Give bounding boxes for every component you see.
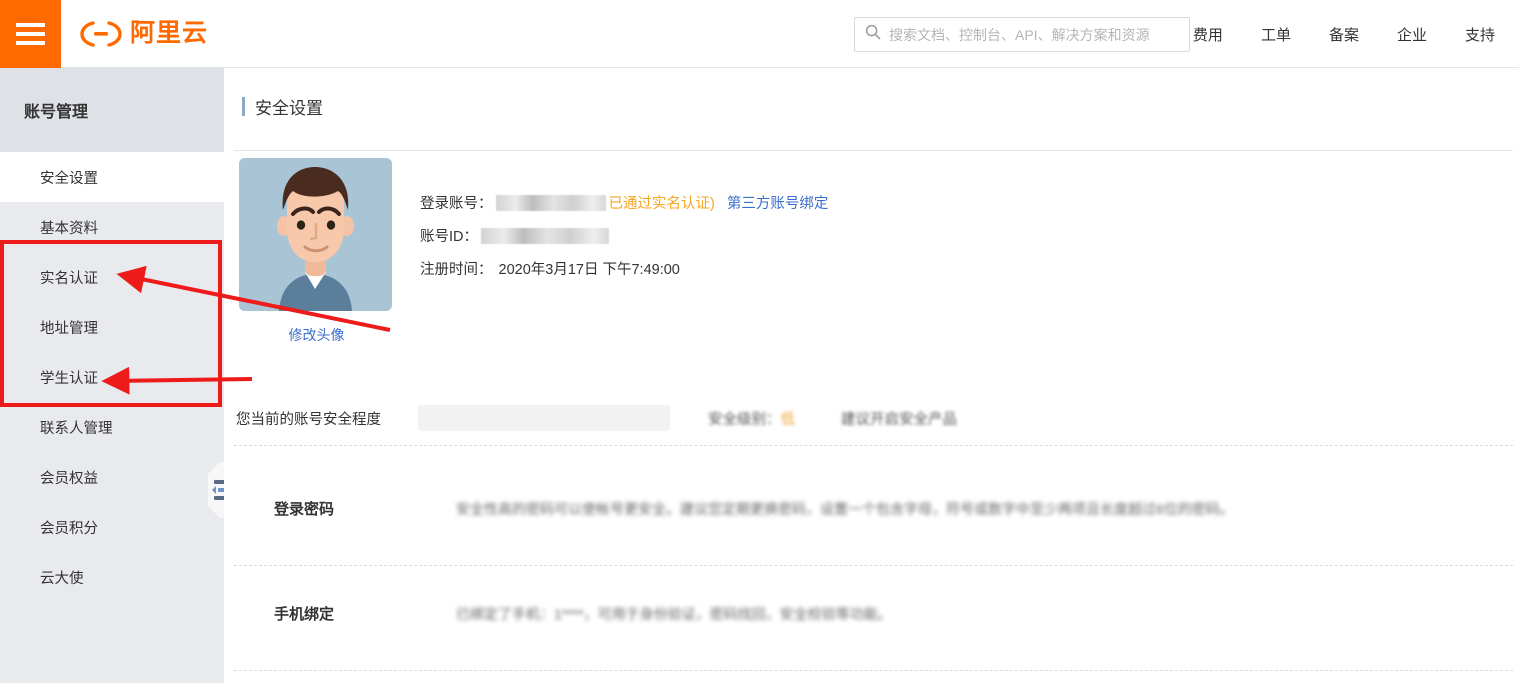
account-login-row: 登录账号： 已通过实名认证) 第三方账号绑定 [420, 186, 828, 219]
sidebar: 账号管理 安全设置 基本资料 实名认证 地址管理 学生认证 联系人管理 会员权益… [0, 68, 224, 683]
hamburger-bar [16, 41, 45, 45]
sidebar-item-label: 云大使 [40, 570, 84, 587]
page-title-text: 安全设置 [255, 99, 323, 118]
top-nav: 费用 工单 备案 企业 支持 [1193, 0, 1495, 68]
sidebar-item-real-name-auth[interactable]: 实名认证 [0, 252, 224, 302]
brand-logo[interactable]: 阿里云 [80, 20, 208, 48]
security-strength-block: 您当前的账号安全程度 安全级别：低 建议开启安全产品 [236, 405, 957, 431]
nav-item-ticket[interactable]: 工单 [1261, 24, 1291, 45]
security-section-phone-binding[interactable]: 手机绑定 已绑定了手机：1****，可用于身份验证，密码找回，安全校验等功能。 [224, 603, 1519, 624]
section-description: 安全性高的密码可以使帐号更安全。建议您定期更换密码，设置一个包含字母，符号或数字… [456, 500, 1234, 517]
sidebar-title: 账号管理 [0, 68, 224, 152]
account-login-label: 登录账号： [420, 196, 493, 212]
nav-item-icp[interactable]: 备案 [1329, 24, 1359, 45]
sidebar-item-security-settings[interactable]: 安全设置 [0, 152, 224, 202]
divider [234, 150, 1513, 151]
sidebar-item-member-benefits[interactable]: 会员权益 [0, 452, 224, 502]
nav-item-fee[interactable]: 费用 [1193, 24, 1223, 45]
account-id-row: 账号ID： [420, 219, 828, 252]
page-title: 安全设置 [242, 94, 323, 119]
third-party-binding-link[interactable]: 第三方账号绑定 [727, 192, 829, 213]
account-login-value-redacted [495, 194, 606, 211]
section-name: 登录密码 [274, 501, 335, 518]
account-register-value: 2020年3月17日 下午7:49:00 [498, 262, 680, 278]
nav-item-enterprise[interactable]: 企业 [1397, 24, 1427, 45]
account-id-label: 账号ID： [420, 229, 478, 245]
real-name-verified-text: 已通过实名认证) [608, 196, 715, 212]
brand-name: 阿里云 [130, 19, 209, 47]
title-accent-bar [242, 97, 245, 116]
divider [234, 670, 1513, 671]
account-info: 登录账号： 已通过实名认证) 第三方账号绑定 账号ID： 注册时间： 2020年… [420, 186, 828, 285]
sidebar-item-basic-info[interactable]: 基本资料 [0, 202, 224, 252]
nav-item-support[interactable]: 支持 [1465, 24, 1495, 45]
search-box[interactable] [854, 17, 1190, 52]
account-register-label: 注册时间： [420, 262, 493, 278]
account-register-row: 注册时间： 2020年3月17日 下午7:49:00 [420, 252, 828, 285]
security-level-prefix: 安全级别： [708, 411, 781, 428]
security-strength-label: 您当前的账号安全程度 [236, 411, 381, 428]
sidebar-item-contact-management[interactable]: 联系人管理 [0, 402, 224, 452]
hamburger-menu-icon[interactable] [0, 0, 61, 68]
sidebar-item-address-management[interactable]: 地址管理 [0, 302, 224, 352]
divider [234, 565, 1513, 566]
avatar [239, 158, 392, 311]
security-strength-progress [418, 405, 670, 431]
aliyun-logo-icon [80, 20, 122, 48]
sidebar-item-student-auth[interactable]: 学生认证 [0, 352, 224, 402]
account-id-value-redacted [481, 227, 609, 244]
sidebar-item-member-points[interactable]: 会员积分 [0, 502, 224, 552]
security-tip-text: 建议开启安全产品 [841, 411, 957, 428]
security-level-text: 安全级别：低 [708, 408, 795, 429]
sidebar-item-label: 学生认证 [40, 370, 98, 387]
search-input[interactable] [889, 26, 1179, 43]
sidebar-item-label: 地址管理 [40, 320, 98, 337]
section-name: 手机绑定 [274, 606, 335, 623]
change-avatar-link[interactable]: 修改头像 [239, 325, 394, 345]
hamburger-bar [16, 32, 45, 36]
search-icon [865, 24, 881, 45]
sidebar-item-label: 会员权益 [40, 470, 98, 487]
hamburger-bar [16, 23, 45, 27]
section-description: 已绑定了手机：1****，可用于身份验证，密码找回，安全校验等功能。 [456, 605, 892, 622]
security-level-value: 低 [780, 411, 796, 428]
sidebar-item-label: 基本资料 [40, 220, 98, 237]
sidebar-item-label: 安全设置 [40, 170, 98, 187]
sidebar-item-cloud-ambassador[interactable]: 云大使 [0, 552, 224, 602]
divider [234, 445, 1513, 446]
security-section-login-password[interactable]: 登录密码 安全性高的密码可以使帐号更安全。建议您定期更换密码，设置一个包含字母，… [224, 498, 1519, 519]
sidebar-item-label: 实名认证 [40, 270, 98, 287]
sidebar-item-label: 会员积分 [40, 520, 98, 537]
top-header: 阿里云 费用 工单 备案 企业 支持 [0, 0, 1519, 68]
avatar-block: 修改头像 [239, 158, 394, 345]
main-content: 安全设置 修改头像 登录账号： 已通过实名认证) 第三方账号绑定 账号ID： 注… [224, 68, 1519, 683]
sidebar-item-label: 联系人管理 [40, 420, 113, 437]
